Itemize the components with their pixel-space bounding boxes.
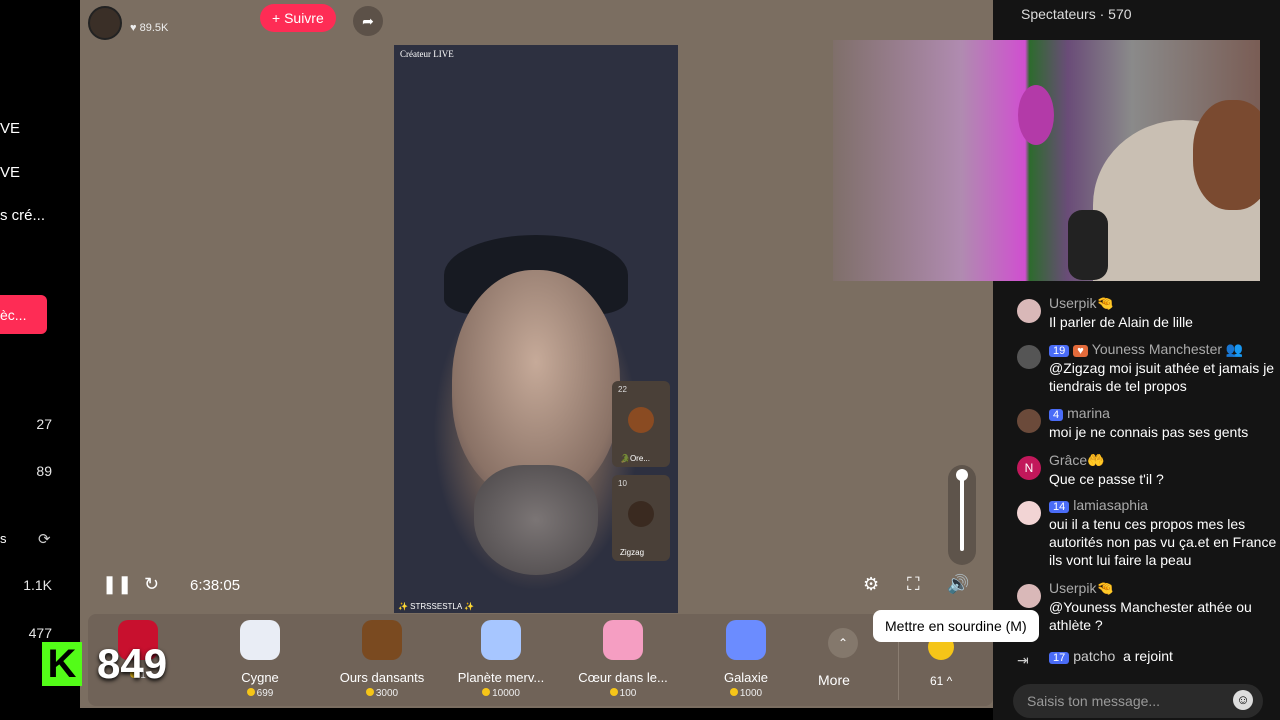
swan-icon (240, 620, 280, 660)
chat-input-placeholder: Saisis ton message... (1027, 693, 1161, 709)
left-nav: VE VE s cré... èc... 27 89 s ⟳ 1.1K 477 … (0, 0, 80, 720)
level-badge: 4 (1049, 409, 1064, 421)
chat-username[interactable]: 14 lamiasaphia (1049, 497, 1148, 513)
video-subject-beard (474, 465, 598, 575)
refresh-icon[interactable]: ⟳ (38, 530, 51, 548)
chat-username[interactable]: 19 ♥ Youness Manchester 👥 (1049, 341, 1243, 358)
gift-price: 1000 (686, 688, 806, 699)
kick-logo: K (42, 642, 82, 686)
player-controls: ❚❚ ↻ 6:38:05 ⚙ ⛶ 🔊 (80, 566, 993, 606)
gift-item[interactable]: Cœur dans le... 100 (563, 620, 683, 699)
replay-icon[interactable]: ↻ (144, 574, 159, 595)
avatar[interactable] (1017, 501, 1041, 525)
nav-item-live-2[interactable]: VE (0, 164, 20, 181)
fullscreen-icon[interactable]: ⛶ (907, 574, 920, 595)
level-badge: 19 (1049, 345, 1070, 357)
galaxy-icon (726, 620, 766, 660)
chevron-up-icon[interactable]: ⌃ (828, 628, 858, 658)
mute-tooltip: Mettre en sourdine (M) (873, 610, 1039, 642)
pause-icon[interactable]: ❚❚ (102, 574, 132, 595)
chat-text: @Zigzag moi jsuit athée et jamais je tie… (1049, 360, 1275, 394)
chat-username[interactable]: Userpik🤏 (1049, 295, 1114, 312)
chat-input[interactable]: Saisis ton message... ☺ (1013, 684, 1263, 718)
chat-text: Il parler de Alain de lille (1049, 314, 1193, 330)
follow-button[interactable]: + Suivre (260, 4, 336, 32)
join-text: 17 patcho a rejoint (1049, 648, 1173, 664)
go-live-button[interactable]: èc... (0, 295, 47, 334)
avatar[interactable] (1017, 345, 1041, 369)
gift-name: Galaxie (723, 670, 769, 685)
nav-side-label: s (0, 531, 7, 546)
nav-count: 1.1K (23, 577, 52, 593)
kick-viewer-badge: K 849 (42, 640, 180, 690)
chat-text: moi je ne connais pas ses gents (1049, 424, 1249, 440)
nav-count: 477 (28, 625, 52, 641)
elapsed-time: 6:38:05 (190, 577, 241, 594)
gift-name: Ours dansants (339, 670, 425, 685)
host-header: ♥ 89.5K (88, 6, 168, 40)
avatar[interactable]: N (1017, 456, 1041, 480)
gift-name: Cygne (241, 670, 279, 685)
creator-live-tag: Créateur LIVE (400, 49, 454, 59)
volume-knob[interactable] (956, 469, 968, 481)
neon-logo (1018, 85, 1054, 145)
gift-name: Cœur dans le... (578, 670, 668, 685)
gift-name: Planète merv... (457, 670, 545, 685)
kick-viewer-count: 849 (97, 640, 168, 687)
avatar[interactable] (1017, 299, 1041, 323)
guest-tile[interactable]: 22 🐊Ore... (612, 381, 670, 467)
viewers-header[interactable]: Spectateurs · 570 (1021, 6, 1132, 22)
guest-avatar (628, 407, 654, 433)
host-likes: ♥ 89.5K (130, 22, 169, 34)
heart-badge-icon: ♥ (1073, 345, 1088, 357)
gift-price: 699 (200, 688, 320, 699)
gift-price: 100 (563, 688, 683, 699)
volume-track (960, 473, 964, 551)
guest-tile[interactable]: 10 Zigzag (612, 475, 670, 561)
gift-price: 3000 (322, 688, 442, 699)
dancing-bears-icon (362, 620, 402, 660)
share-icon[interactable]: ➦ (353, 6, 383, 36)
guest-name: Zigzag (620, 548, 645, 557)
join-icon: ⇥ (1017, 652, 1029, 668)
volume-icon[interactable]: 🔊 (947, 574, 969, 595)
gift-price: 10000 (441, 688, 561, 699)
gift-item[interactable]: Galaxie 1000 (686, 620, 806, 699)
chat-text: Que ce passe t'il ? (1049, 471, 1164, 487)
emoji-icon[interactable]: ☺ (1233, 690, 1253, 710)
level-badge: 14 (1049, 501, 1070, 513)
settings-icon[interactable]: ⚙ (863, 574, 879, 595)
gift-item[interactable]: Planète merv... 10000 (441, 620, 561, 699)
guest-name: 🐊Ore... (620, 454, 650, 463)
guest-badge: 10 (618, 479, 627, 488)
heart-hands-icon (603, 620, 643, 660)
gift-item[interactable]: Cygne 699 (200, 620, 320, 699)
streamer-webcam (833, 40, 1260, 281)
nav-item-live-1[interactable]: VE (0, 120, 20, 137)
host-avatar[interactable] (88, 6, 122, 40)
avatar[interactable] (1017, 409, 1041, 433)
guest-badge: 22 (618, 385, 627, 394)
planet-icon (481, 620, 521, 660)
nav-count: 89 (36, 463, 52, 479)
more-gifts-button[interactable]: More (818, 672, 850, 688)
gift-bar: 1 Cygne 699 Ours dansants 3000 Planète m… (88, 614, 993, 706)
chat-username[interactable]: 4 marina (1049, 405, 1110, 421)
chat-username[interactable]: Grâce🤲 (1049, 452, 1105, 469)
nav-count: 27 (36, 416, 52, 432)
chat-username[interactable]: Userpik🤏 (1049, 580, 1114, 597)
chat-text: @Youness Manchester athée ou athlète ? (1049, 599, 1252, 633)
guest-avatar (628, 501, 654, 527)
nav-item-creators[interactable]: s cré... (0, 207, 45, 224)
volume-slider[interactable] (948, 465, 976, 565)
microphone (1068, 210, 1108, 280)
gift-item[interactable]: Ours dansants 3000 (322, 620, 442, 699)
avatar[interactable] (1017, 584, 1041, 608)
level-badge: 17 (1049, 652, 1070, 664)
chat-text: oui il a tenu ces propos mes les autorit… (1049, 516, 1277, 568)
streamer-head (1193, 100, 1260, 210)
coin-balance[interactable]: 61 ^ (930, 674, 952, 688)
